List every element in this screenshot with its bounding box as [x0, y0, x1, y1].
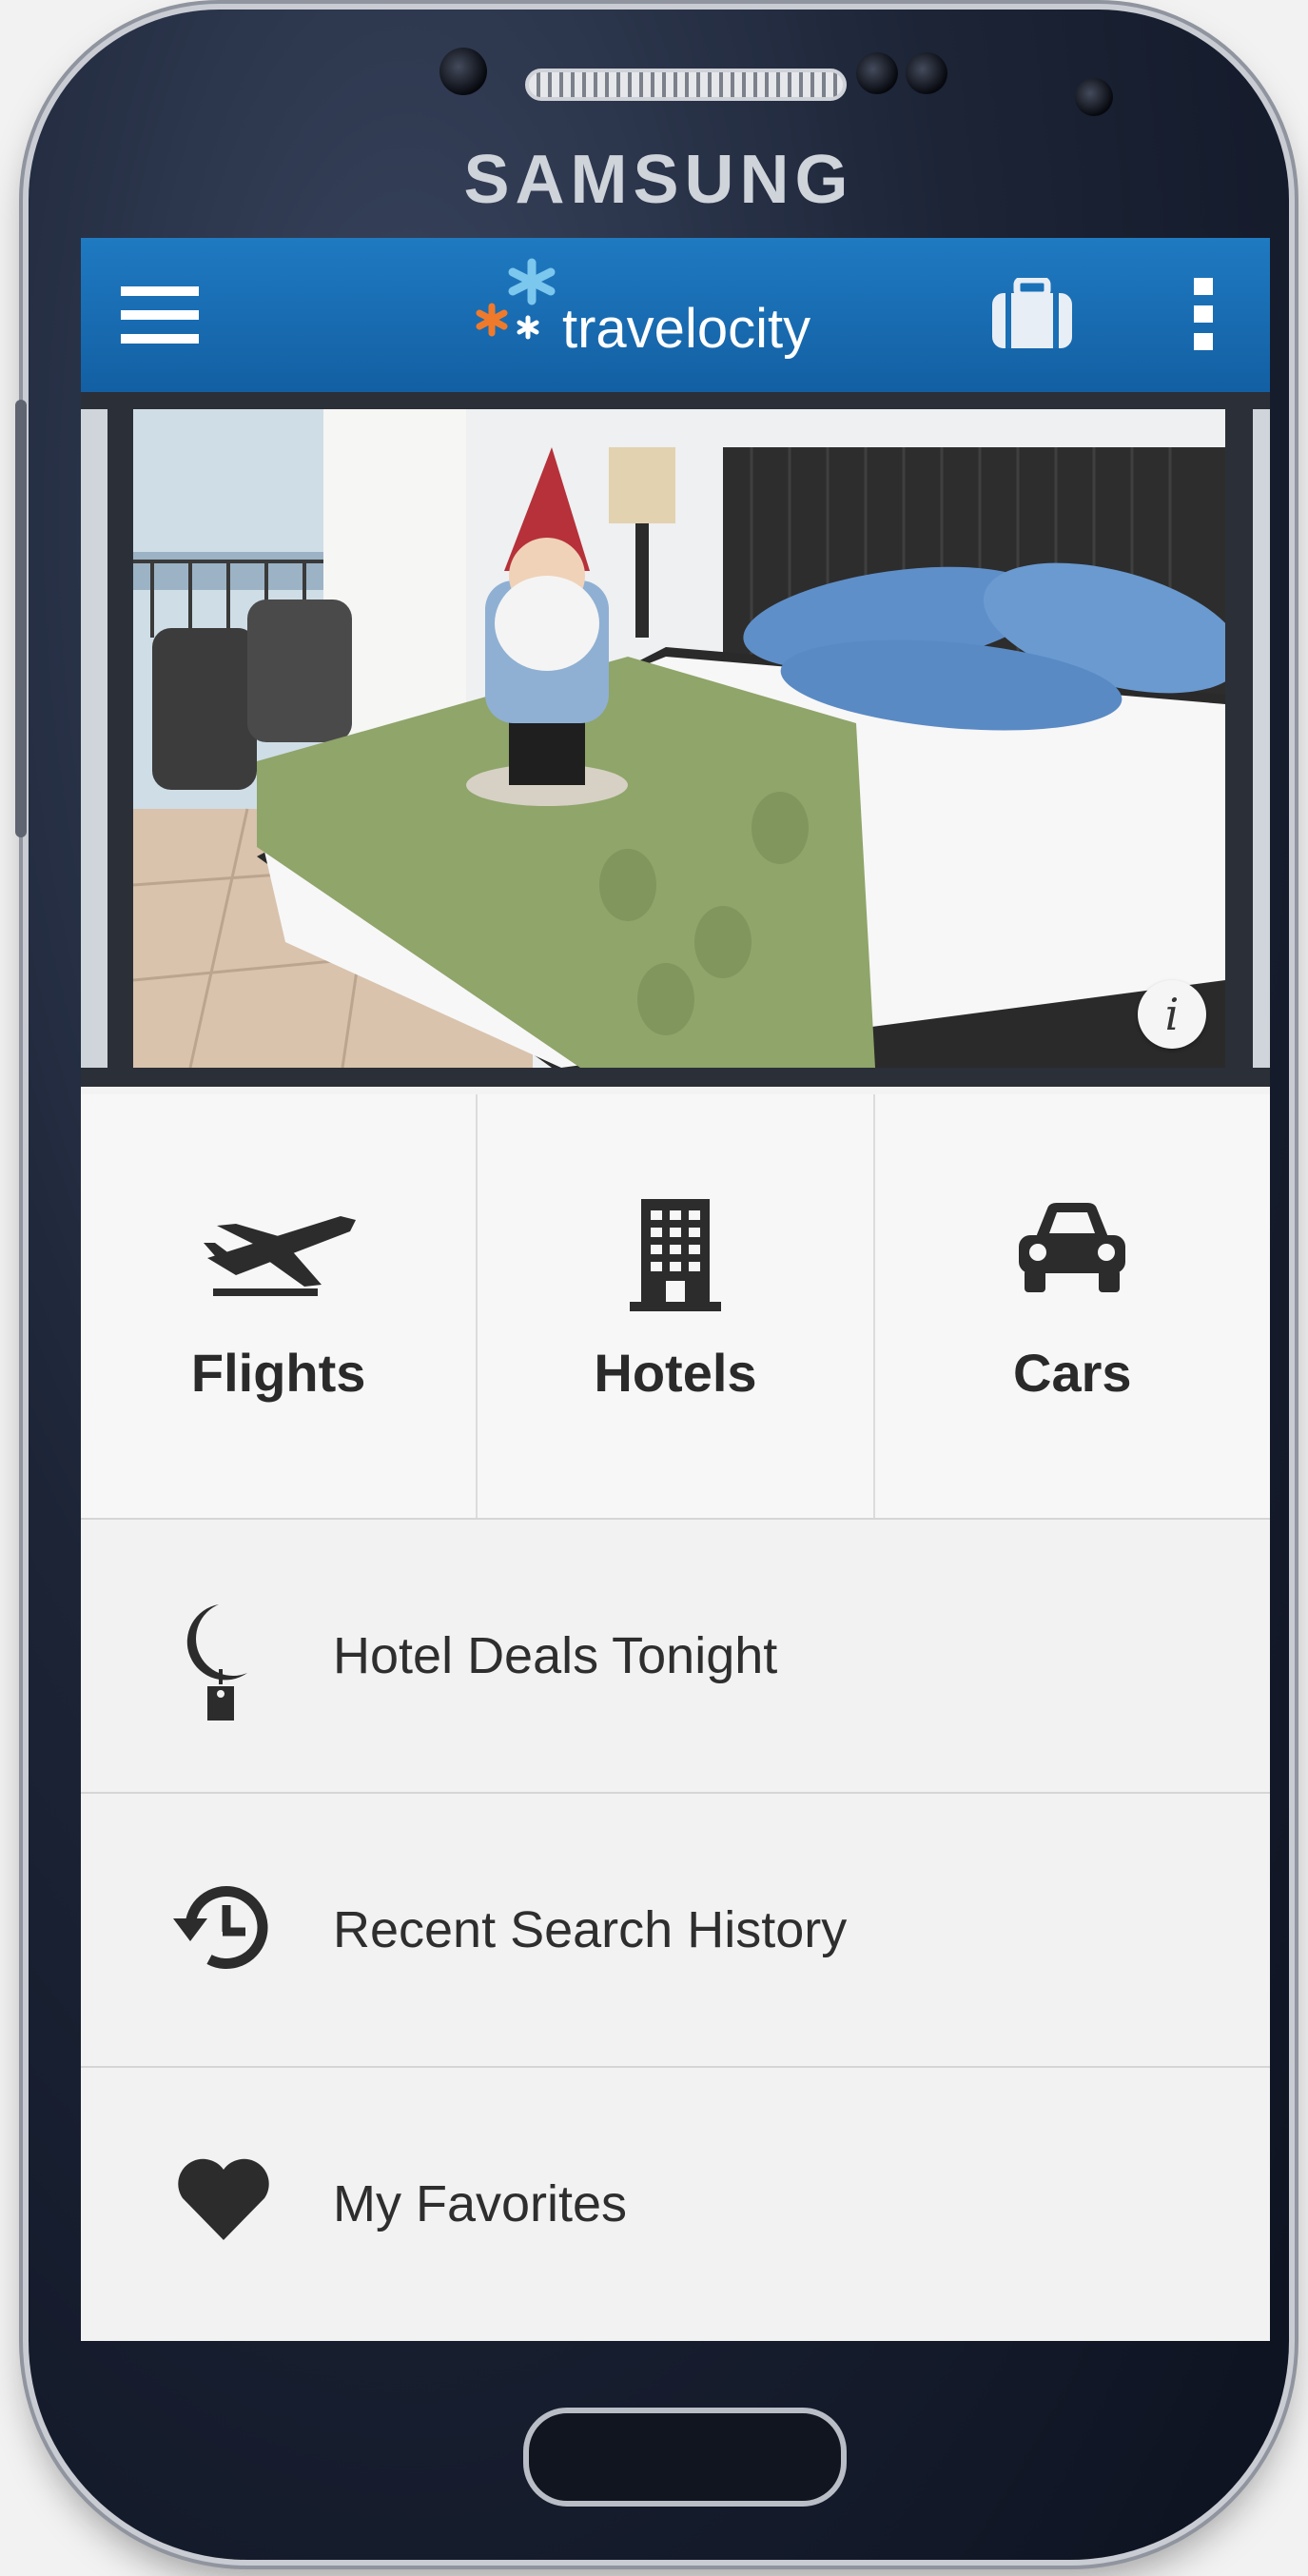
volume-key [15, 400, 27, 837]
tile-flights-label: Flights [190, 1343, 366, 1403]
front-camera [906, 52, 947, 94]
heart-icon [171, 2149, 276, 2263]
travelocity-logo: travelocity [471, 257, 927, 381]
earpiece-speaker [525, 69, 847, 101]
front-sensor-2 [856, 52, 898, 94]
front-sensor [439, 48, 487, 95]
list-item-recent-search-label: Recent Search History [333, 1901, 848, 1958]
logo-star-orange [476, 303, 508, 337]
list-item-favorites-label: My Favorites [333, 2175, 628, 2232]
history-clock-icon [171, 1875, 276, 1989]
hotel-building-icon [478, 1199, 872, 1311]
list-item-hotel-deals[interactable]: Hotel Deals Tonight [81, 1518, 1270, 1792]
tile-cars[interactable]: Cars [875, 1094, 1270, 1518]
logo-star-blue [508, 258, 556, 305]
tile-flights[interactable]: Flights [81, 1094, 478, 1518]
tile-hotels[interactable]: Hotels [478, 1094, 875, 1518]
hamburger-menu-icon[interactable] [117, 272, 203, 358]
hero-carousel[interactable]: i [81, 392, 1270, 1087]
proximity-sensor [1075, 78, 1113, 116]
car-icon [875, 1199, 1270, 1304]
next-photo-peek[interactable] [1253, 409, 1270, 1068]
booking-tiles: Flights Hotels Cars [81, 1094, 1270, 1518]
airplane-icon [81, 1199, 476, 1304]
photo-info-button[interactable]: i [1138, 980, 1206, 1049]
list-item-favorites[interactable]: My Favorites [81, 2066, 1270, 2340]
app-screen: travelocity i Flights Hotels Cars Hotel … [81, 238, 1270, 2341]
tile-hotels-label: Hotels [594, 1343, 757, 1403]
device-brand: SAMSUNG [463, 142, 854, 218]
briefcase-icon[interactable] [985, 266, 1080, 362]
home-button[interactable] [523, 2408, 847, 2507]
list-item-hotel-deals-label: Hotel Deals Tonight [333, 1627, 778, 1684]
more-vert-icon[interactable] [1175, 266, 1232, 362]
list-item-recent-search[interactable]: Recent Search History [81, 1792, 1270, 2066]
hotel-room-photo: i [133, 409, 1225, 1068]
app-bar: travelocity [81, 238, 1270, 392]
moon-tag-icon [171, 1601, 276, 1721]
tile-cars-label: Cars [1013, 1343, 1132, 1403]
previous-photo-peek[interactable] [81, 409, 107, 1068]
logo-wordmark: travelocity [562, 298, 811, 360]
shortcut-list: Hotel Deals Tonight Recent Search Histor… [81, 1518, 1270, 2340]
